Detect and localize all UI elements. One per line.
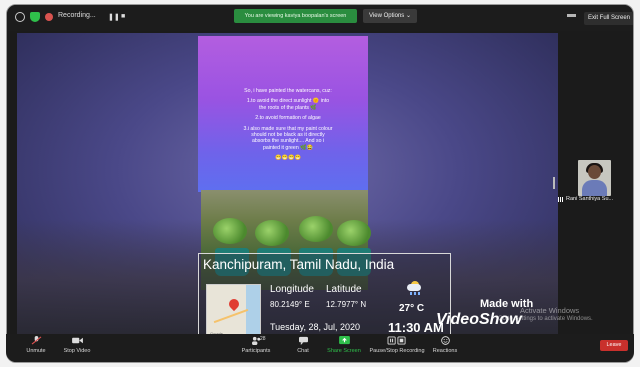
caption-intro: So, i have painted the watercans, cuz:: [244, 88, 332, 94]
video-camera-icon: [71, 337, 83, 344]
plant-leaves: [337, 220, 371, 246]
shared-phone-screenshot: So, i have painted the watercans, cuz: 1…: [198, 36, 368, 192]
map-water: [246, 285, 260, 339]
longitude-label: Longitude: [270, 284, 314, 295]
reactions-button[interactable]: Reactions: [430, 336, 460, 354]
participant-head: [588, 165, 601, 179]
bottom-toolbar: [6, 334, 634, 362]
share-screen-label: Share Screen: [327, 348, 361, 354]
info-icon[interactable]: [15, 12, 25, 22]
weather-icon: [405, 281, 421, 295]
caption-emojis: 😁😁😁😁: [275, 155, 301, 162]
smile-icon: [440, 336, 450, 345]
date-text: Tuesday, 28, Jul, 2020: [270, 322, 361, 332]
cloud-shape: [407, 284, 421, 291]
reactions-label: Reactions: [432, 348, 458, 354]
rain-drop: [414, 292, 416, 295]
plant-leaves: [255, 220, 289, 246]
rain-drop: [418, 292, 420, 295]
shield-icon[interactable]: [30, 12, 40, 22]
stop-recording-icon[interactable]: ■: [121, 13, 125, 20]
signal-icon: [558, 197, 563, 202]
chat-button[interactable]: Chat: [293, 336, 313, 354]
share-screen-button[interactable]: Share Screen: [326, 336, 362, 354]
participant-video[interactable]: [578, 160, 611, 196]
map-road: [213, 308, 249, 324]
latitude-label: Latitude: [326, 284, 362, 295]
unmute-label: Unmute: [26, 348, 46, 354]
map-thumbnail: Google: [206, 284, 261, 340]
top-bar: Recording... ❚❚ ■ You are viewing kaviya…: [7, 5, 633, 31]
activate-windows-subtitle: Go to Settings to activate Windows.: [498, 316, 593, 322]
participant-name: Rani Santhiya Su...: [566, 196, 614, 202]
panel-resize-handle[interactable]: [553, 177, 555, 189]
leave-button[interactable]: Leave: [600, 340, 628, 351]
caption-point-3: 3.i also made sure that my paint colour …: [243, 125, 333, 151]
longitude-value: 80.2149° E: [270, 300, 310, 309]
participant-body: [582, 180, 607, 196]
stop-video-button[interactable]: Stop Video: [60, 336, 94, 354]
participants-button[interactable]: Participants: [238, 336, 274, 354]
pause-stop-recording-button[interactable]: Pause/Stop Recording: [368, 336, 426, 354]
latitude-value: 12.7977° N: [326, 300, 367, 309]
caption-text: So, i have painted the watercans, cuz: 1…: [243, 88, 333, 166]
participants-count: 28: [260, 336, 266, 342]
view-options-button[interactable]: View Options ⌄: [363, 9, 417, 23]
caption-point-1: 1.to avoid the direct sunlight 🌞 into th…: [246, 98, 330, 111]
exit-fullscreen-button[interactable]: Exit Full Screen: [584, 12, 633, 25]
recording-icon: [45, 13, 53, 21]
pause-stop-icon: [387, 336, 406, 345]
caption-point-2: 2.to avoid formation of algae: [255, 115, 321, 122]
map-pin-icon: [226, 296, 242, 312]
temperature: 27° C: [399, 303, 425, 314]
plant-leaves: [299, 216, 333, 242]
participants-label: Participants: [241, 348, 271, 354]
unmute-button[interactable]: Unmute: [22, 336, 50, 354]
stop-video-label: Stop Video: [63, 348, 91, 354]
location-place: Kanchipuram, Tamil Nadu, India: [203, 257, 395, 272]
gallery-view-icon[interactable]: [567, 14, 576, 23]
plant-leaves: [213, 218, 247, 244]
share-screen-icon: [338, 336, 350, 345]
rain-drop: [410, 292, 412, 295]
muted-mic-icon: [31, 336, 41, 345]
chat-label: Chat: [297, 348, 309, 354]
pause-recording-icon[interactable]: ❚❚: [108, 13, 120, 21]
chat-icon: [298, 336, 308, 345]
pause-stop-recording-label: Pause/Stop Recording: [369, 348, 425, 354]
recording-label: Recording...: [58, 12, 96, 19]
activate-windows-title: Activate Windows: [520, 306, 580, 315]
viewing-banner: You are viewing kaviya boopalan's screen: [234, 9, 357, 23]
